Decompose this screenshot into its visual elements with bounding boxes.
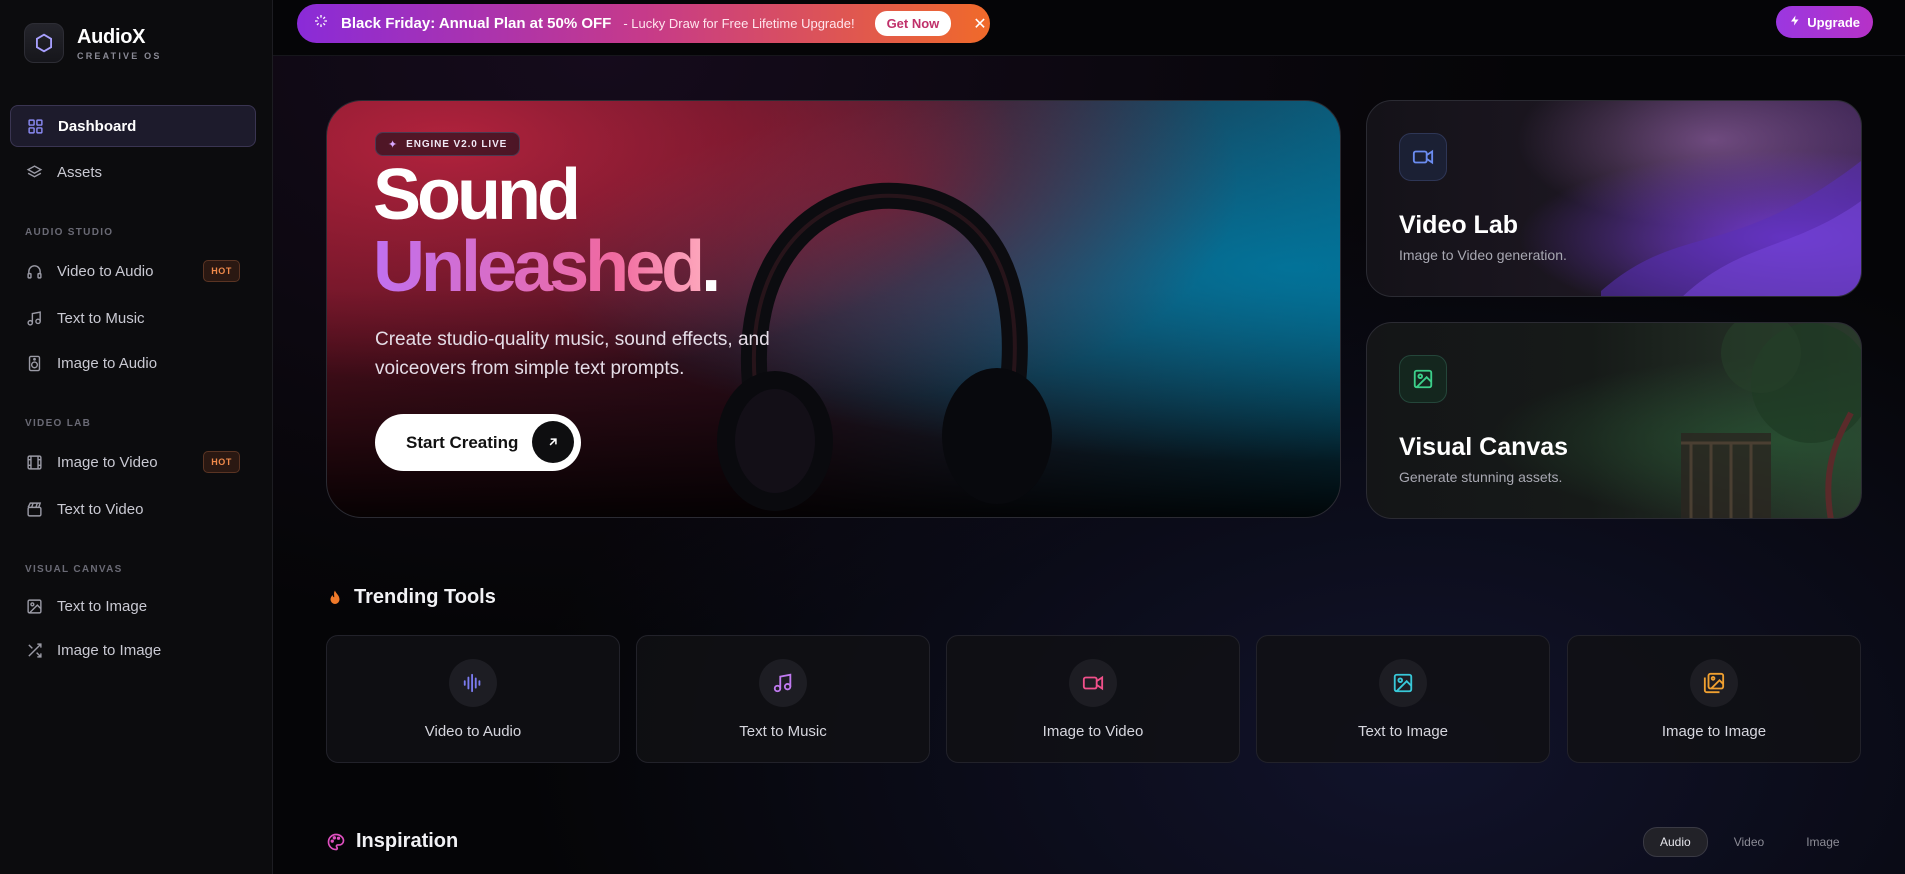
sidebar-item-image-to-audio[interactable]: Image to Audio (10, 342, 256, 384)
card-title: Video Lab (1399, 211, 1519, 239)
upgrade-label: Upgrade (1807, 14, 1860, 30)
tool-card-image-to-video[interactable]: Image to Video (946, 635, 1240, 763)
section-title: Trending Tools (354, 586, 496, 608)
engine-status-chip: ✦ ENGINE V2.0 LIVE (375, 132, 521, 156)
image-icon (1399, 355, 1447, 403)
tab-image[interactable]: Image (1790, 828, 1855, 856)
hexagon-logo-icon (24, 23, 64, 63)
headphones-icon (25, 262, 43, 280)
sidebar-item-text-to-image[interactable]: Text to Image (10, 585, 256, 627)
waveform-icon (449, 659, 497, 707)
visual-canvas-card[interactable]: Visual Canvas Generate stunning assets. (1366, 322, 1862, 519)
film-icon (25, 453, 43, 471)
brand[interactable]: AudioX CREATIVE OS (24, 23, 162, 63)
section-title: Inspiration (356, 830, 459, 852)
image-icon (1379, 659, 1427, 707)
sidebar-item-video-to-audio[interactable]: Video to Audio HOT (10, 250, 256, 292)
sidebar-item-label: Dashboard (58, 117, 137, 135)
sidebar: AudioX CREATIVE OS Dashboard Assets AUDI… (0, 0, 273, 874)
tab-audio[interactable]: Audio (1643, 827, 1708, 857)
fire-icon (326, 588, 344, 608)
sidebar-item-label: Text to Music (57, 309, 145, 327)
card-subtitle: Generate stunning assets. (1399, 469, 1563, 485)
tool-label: Image to Image (1661, 723, 1767, 740)
sidebar-item-label: Image to Audio (57, 354, 158, 372)
hero-title-dot: . (701, 227, 721, 307)
hero-description: Create studio-quality music, sound effec… (375, 329, 770, 379)
brand-name: AudioX (77, 25, 146, 48)
video-camera-icon (1399, 133, 1447, 181)
close-icon[interactable]: ✕ (973, 14, 986, 34)
image-icon (25, 597, 43, 615)
top-bar: Black Friday: Annual Plan at 50% OFF - L… (273, 0, 1905, 56)
promo-banner[interactable]: Black Friday: Annual Plan at 50% OFF - L… (297, 4, 990, 43)
palette-icon (326, 832, 346, 852)
images-icon (1690, 659, 1738, 707)
garden-decoration (1681, 323, 1861, 518)
tab-video[interactable]: Video (1718, 828, 1780, 856)
sparkle-icon: ✦ (388, 138, 399, 151)
shuffle-icon (25, 641, 43, 659)
wave-decoration (1601, 161, 1861, 296)
speaker-icon (25, 354, 43, 372)
trending-tools-heading: Trending Tools (326, 586, 496, 609)
sidebar-item-text-to-music[interactable]: Text to Music (10, 297, 256, 339)
engine-chip-label: ENGINE V2.0 LIVE (406, 138, 508, 150)
video-camera-icon (1069, 659, 1117, 707)
sidebar-item-image-to-video[interactable]: Image to Video HOT (10, 441, 256, 483)
hero-banner: ✦ ENGINE V2.0 LIVE Sound Unleashed. Crea… (326, 100, 1341, 518)
video-lab-card[interactable]: Video Lab Image to Video generation. (1366, 100, 1862, 297)
tool-label: Text to Music (739, 723, 827, 740)
sidebar-item-dashboard[interactable]: Dashboard (10, 105, 256, 147)
sidebar-item-image-to-image[interactable]: Image to Image (10, 629, 256, 671)
promo-title: Black Friday: Annual Plan at 50% OFF (341, 15, 612, 32)
tool-card-text-to-music[interactable]: Text to Music (636, 635, 930, 763)
promo-subtitle: - Lucky Draw for Free Lifetime Upgrade! (623, 16, 855, 31)
inspiration-heading: Inspiration (326, 830, 458, 853)
grid-icon (26, 117, 44, 135)
arrow-up-right-icon (532, 421, 574, 463)
sparkle-icon (313, 13, 329, 34)
tool-label: Text to Image (1357, 723, 1449, 740)
sidebar-item-label: Image to Image (57, 641, 162, 659)
lightning-icon (1789, 14, 1801, 30)
tool-label: Image to Video (1042, 723, 1144, 740)
section-title-visual-canvas: VISUAL CANVAS (25, 564, 123, 575)
tool-card-text-to-image[interactable]: Text to Image (1256, 635, 1550, 763)
card-title: Visual Canvas (1399, 433, 1569, 461)
card-subtitle: Image to Video generation. (1399, 247, 1567, 263)
sidebar-item-label: Text to Image (57, 597, 148, 615)
sidebar-item-text-to-video[interactable]: Text to Video (10, 488, 256, 530)
music-note-icon (759, 659, 807, 707)
brand-subtitle: CREATIVE OS (77, 50, 162, 61)
hero-title-line2: Unleashed. (373, 227, 721, 307)
tool-label: Video to Audio (424, 723, 522, 740)
hero-title-gradient: Unleashed (373, 227, 702, 307)
start-creating-button[interactable]: Start Creating (375, 414, 581, 471)
inspiration-tabs: Audio Video Image (1643, 827, 1866, 857)
upgrade-button[interactable]: Upgrade (1776, 6, 1873, 38)
sidebar-item-label: Image to Video (57, 453, 158, 471)
sidebar-item-assets[interactable]: Assets (10, 151, 256, 193)
tool-card-image-to-image[interactable]: Image to Image (1567, 635, 1861, 763)
sidebar-item-label: Text to Video (57, 500, 144, 518)
hot-badge: HOT (203, 451, 240, 473)
section-title-audio-studio: AUDIO STUDIO (25, 227, 114, 238)
clapperboard-icon (25, 500, 43, 518)
sidebar-item-label: Video to Audio (57, 262, 154, 280)
layers-icon (25, 163, 43, 181)
get-now-button[interactable]: Get Now (874, 11, 952, 36)
hot-badge: HOT (203, 260, 240, 282)
music-note-icon (25, 309, 43, 327)
hero-title-line1: Sound (373, 155, 581, 235)
cta-label: Start Creating (406, 432, 519, 452)
sidebar-item-label: Assets (57, 163, 103, 181)
tool-card-video-to-audio[interactable]: Video to Audio (326, 635, 620, 763)
section-title-video-lab: VIDEO LAB (25, 418, 92, 429)
